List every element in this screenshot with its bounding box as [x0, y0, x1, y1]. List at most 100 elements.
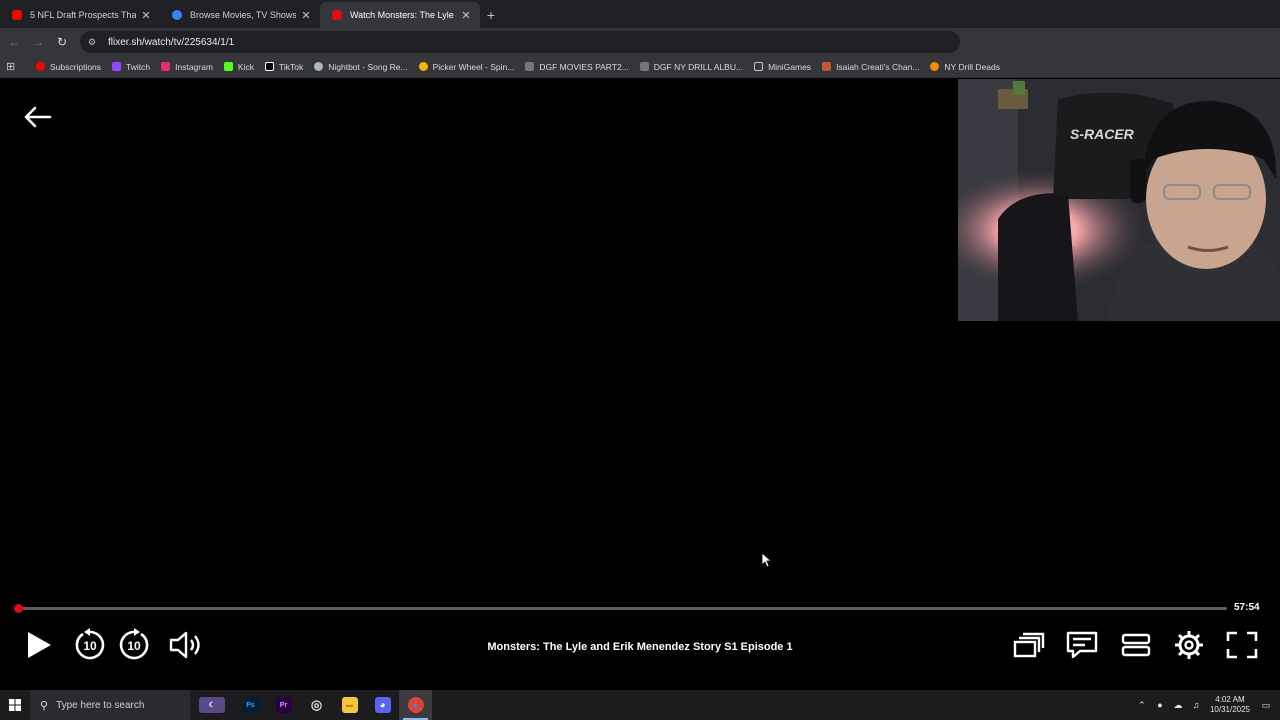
rewind-10-button[interactable]: 10	[72, 628, 108, 662]
flixer-icon	[332, 10, 342, 20]
forward-button[interactable]: →	[26, 30, 50, 54]
tab-watch-monsters[interactable]: Watch Monsters: The Lyle and E ✕	[320, 2, 480, 28]
taskbar-widget[interactable]: ☾	[190, 690, 234, 720]
bookmark-folder-minigames[interactable]: MiniGames	[754, 62, 811, 72]
bookmark-tiktok[interactable]: TikTok	[264, 62, 303, 72]
address-bar[interactable]: ⚙ flixer.sh/watch/tv/225634/1/1	[80, 31, 960, 53]
volume-icon	[169, 631, 200, 659]
speaker-icon[interactable]: ♫	[1188, 700, 1204, 710]
seek-knob[interactable]	[14, 604, 23, 613]
taskbar-premiere[interactable]: Pr	[267, 690, 300, 720]
taskbar-discord[interactable]: ◕	[366, 690, 399, 720]
new-tab-button[interactable]: +	[480, 2, 502, 28]
volume-button[interactable]	[168, 628, 206, 662]
tab-title: 5 NFL Draft Prospects That Hav	[30, 10, 136, 20]
bookmark-label: Isaiah Creati's Chan...	[836, 61, 920, 72]
apps-grid-icon[interactable]: ⊞	[6, 60, 22, 73]
play-icon	[28, 632, 51, 658]
windows-taskbar: ⚲ Type here to search ☾ Ps Pr ◎ ▬ ◕ ● ⌃ …	[0, 690, 1280, 720]
arrow-right-icon: →	[32, 35, 44, 49]
chair-brand-text: S-RACER	[1070, 126, 1135, 142]
youtube-icon	[12, 10, 22, 20]
bookmark-twitch[interactable]: Twitch	[112, 62, 150, 72]
browser-toolbar: ← → ↻ ⚙ flixer.sh/watch/tv/225634/1/1	[0, 28, 1280, 56]
bookmark-label: Nightbot - Song Re...	[328, 61, 408, 72]
play-button[interactable]	[22, 628, 56, 662]
tab-title: Browse Movies, TV Shows - 1M	[190, 10, 296, 20]
globe-icon	[172, 10, 182, 20]
forward-10-icon: 10	[119, 628, 149, 660]
chevron-up-icon[interactable]: ⌃	[1134, 700, 1150, 711]
settings-button[interactable]	[1172, 628, 1206, 662]
dgf-icon	[525, 62, 535, 71]
subtitles-icon	[1066, 631, 1098, 659]
webcam-overlay: S-RACER	[958, 79, 1280, 321]
forward-10-button[interactable]: 10	[116, 628, 152, 662]
episodes-button[interactable]	[1012, 628, 1046, 662]
taskbar-search[interactable]: ⚲ Type here to search	[30, 690, 190, 720]
seek-bar[interactable]	[14, 604, 1227, 613]
site-info-icon[interactable]: ⚙	[88, 37, 100, 48]
bookmark-dgf-movies[interactable]: DGF MOVIES PART2...	[525, 61, 629, 72]
bookmark-label: DGF NY DRILL ALBU...	[653, 61, 744, 72]
tiktok-icon	[264, 62, 274, 71]
microphone-icon[interactable]: ●	[1152, 700, 1168, 710]
back-arrow-icon[interactable]	[22, 105, 52, 129]
youtube-icon	[36, 62, 45, 71]
bookmark-label: Twitch	[126, 61, 151, 72]
taskbar-file-explorer[interactable]: ▬	[333, 690, 366, 720]
wheel-icon	[418, 62, 428, 71]
tab-browse-movies[interactable]: Browse Movies, TV Shows - 1M ✕	[160, 2, 320, 28]
close-tab-icon[interactable]: ✕	[460, 9, 472, 22]
video-player[interactable]: S-RACER 57:54 10 10 Monsters: The Lyle a…	[0, 79, 1280, 689]
premiere-icon: Pr	[275, 697, 292, 713]
arrow-left-icon: ←	[8, 35, 20, 49]
system-tray: ⌃ ● ☁ ♫ 4:02 AM 10/31/2025 ▭	[1134, 690, 1280, 720]
forward-seconds-label: 10	[127, 639, 141, 653]
taskbar-chrome[interactable]: ●	[399, 690, 432, 720]
close-tab-icon[interactable]: ✕	[300, 9, 312, 22]
folder-icon: ▬	[341, 697, 358, 713]
bookmark-label: Subscriptions	[50, 61, 102, 72]
bookmark-instagram[interactable]: Instagram	[161, 62, 213, 72]
bookmark-label: DGF MOVIES PART2...	[539, 61, 629, 72]
url-text: flixer.sh/watch/tv/225634/1/1	[108, 36, 235, 48]
obs-icon: ◎	[308, 697, 325, 713]
taskbar-photoshop[interactable]: Ps	[234, 690, 267, 720]
reload-button[interactable]: ↻	[50, 30, 74, 54]
bookmark-subscriptions[interactable]: Subscriptions	[36, 62, 101, 72]
nightbot-icon	[314, 62, 324, 71]
bookmark-ny-drill[interactable]: NY Drill Deads	[930, 62, 1000, 72]
chrome-icon: ●	[407, 697, 424, 713]
clock[interactable]: 4:02 AM 10/31/2025	[1210, 695, 1250, 715]
bookmark-nightbot[interactable]: Nightbot - Song Re...	[314, 61, 408, 72]
servers-button[interactable]	[1119, 628, 1153, 662]
tab-title: Watch Monsters: The Lyle and E	[350, 10, 456, 20]
twitch-icon	[112, 62, 122, 71]
kick-icon	[223, 62, 233, 71]
bookmark-label: Picker Wheel - Spin...	[432, 61, 515, 72]
start-button[interactable]	[0, 690, 30, 720]
subtitles-button[interactable]	[1065, 628, 1099, 662]
search-placeholder: Type here to search	[56, 699, 145, 711]
bookmark-dgf-drill[interactable]: DGF NY DRILL ALBU...	[639, 61, 744, 72]
bookmark-isaiah[interactable]: Isaiah Creati's Chan...	[822, 62, 919, 72]
discord-icon: ◕	[374, 697, 391, 713]
bookmark-picker-wheel[interactable]: Picker Wheel - Spin...	[418, 61, 515, 72]
rewind-10-icon: 10	[75, 628, 105, 660]
clock-time: 4:02 AM	[1215, 695, 1245, 704]
windows-logo-icon	[9, 699, 21, 711]
fullscreen-icon	[1226, 631, 1258, 659]
rewind-seconds-label: 10	[83, 639, 97, 653]
bookmark-kick[interactable]: Kick	[223, 62, 254, 72]
close-tab-icon[interactable]: ✕	[140, 9, 152, 22]
fullscreen-button[interactable]	[1225, 628, 1259, 662]
search-icon: ⚲	[40, 699, 49, 712]
tab-nfl-draft[interactable]: 5 NFL Draft Prospects That Hav ✕	[0, 2, 160, 28]
cloud-icon[interactable]: ☁	[1170, 700, 1186, 711]
orange-dot-icon	[930, 62, 940, 71]
back-button[interactable]: ←	[2, 30, 26, 54]
taskbar-obs[interactable]: ◎	[300, 690, 333, 720]
gear-icon	[1175, 631, 1203, 659]
notifications-icon[interactable]: ▭	[1258, 700, 1274, 711]
